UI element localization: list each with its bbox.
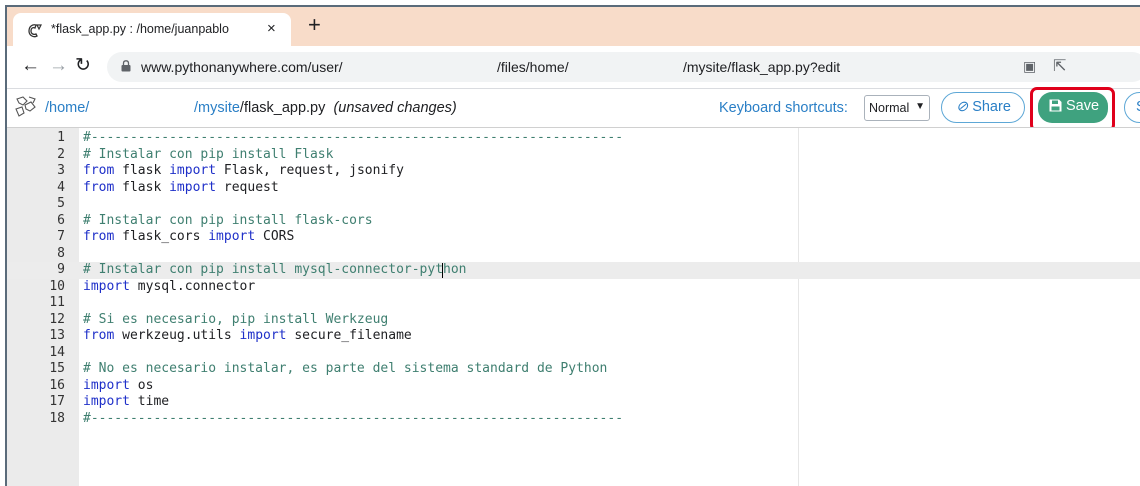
code-text: # No es necesario instalar, es parte del… — [83, 361, 608, 376]
address-bar[interactable]: www.pythonanywhere.com/user/ /files/home… — [107, 52, 1140, 82]
code-text: # Instalar con pip install flask-cors — [83, 212, 373, 228]
code-text: from flask import Flask, request, jsonif… — [83, 163, 404, 178]
tab-close-icon[interactable]: × — [267, 20, 276, 37]
line-number: 6 — [57, 212, 65, 228]
new-tab-icon[interactable]: + — [308, 12, 321, 38]
partial-button-label: S — [1136, 99, 1140, 115]
browser-window: *flask_app.py : /home/juanpablo × + ← → … — [5, 5, 1140, 486]
share-page-icon[interactable]: ⇱ — [1053, 56, 1066, 76]
code-line[interactable]: 17 import time — [7, 394, 1140, 411]
lock-icon — [121, 60, 131, 72]
pythonanywhere-favicon-icon — [28, 24, 42, 38]
code-text: from werkzeug.utils import secure_filena… — [83, 328, 412, 343]
code-line[interactable]: 18 #-------------------------------------… — [7, 411, 1140, 428]
code-line[interactable]: 2 # Instalar con pip install Flask — [7, 147, 1140, 164]
code-line[interactable]: 3 from flask import Flask, request, jsoni… — [7, 163, 1140, 180]
url-segment-files: /files/home/ — [497, 59, 569, 75]
line-number: 15 — [49, 361, 65, 376]
code-line[interactable]: 15 # No es necesario instalar, es parte d… — [7, 361, 1140, 378]
code-text: # Si es necesario, pip install Werkzeug — [83, 311, 389, 327]
tab-strip: *flask_app.py : /home/juanpablo × + — [7, 7, 1140, 46]
code-line[interactable]: 7 from flask_cors import CORS — [7, 229, 1140, 246]
code-text: import time — [83, 394, 170, 409]
line-number: 16 — [49, 377, 65, 393]
line-number: 14 — [49, 344, 65, 360]
code-line[interactable]: 4 from flask import request — [7, 180, 1140, 197]
line-number: 7 — [57, 229, 65, 244]
code-text: from flask_cors import CORS — [83, 229, 295, 244]
path-link-mysite[interactable]: /mysite — [194, 100, 240, 116]
code-line[interactable]: 16 import os — [7, 378, 1140, 395]
forward-arrow-icon[interactable]: → — [49, 55, 68, 77]
line-number: 12 — [49, 311, 65, 327]
code-editor[interactable]: 1 #--------------------------------------… — [7, 127, 1140, 486]
code-line[interactable]: 9 # Instalar con pip install mysql-connec… — [7, 262, 1140, 279]
url-segment-path: /mysite/flask_app.py?edit — [683, 59, 841, 75]
save-button-highlight — [1030, 87, 1115, 132]
code-line[interactable]: 11 — [7, 295, 1140, 312]
line-number: 1 — [57, 130, 65, 145]
line-number: 10 — [49, 278, 65, 294]
back-arrow-icon[interactable]: ← — [21, 55, 40, 77]
text-cursor — [441, 263, 444, 278]
pythonanywhere-logo-icon[interactable] — [13, 95, 41, 119]
reload-icon[interactable]: ↻ — [75, 54, 91, 77]
code-line[interactable]: 10 import mysql.connector — [7, 279, 1140, 296]
code-text: #---------------------------------------… — [83, 130, 624, 145]
tab-title: *flask_app.py : /home/juanpablo — [51, 22, 229, 36]
partial-button[interactable]: S — [1124, 92, 1140, 123]
line-number: 4 — [57, 179, 65, 195]
line-number: 13 — [49, 328, 65, 343]
line-number: 8 — [57, 245, 65, 261]
code-line[interactable]: 5 — [7, 196, 1140, 213]
navigation-bar: ← → ↻ www.pythonanywhere.com/user/ /file… — [7, 46, 1140, 89]
share-label: Share — [972, 99, 1011, 115]
path-link-home[interactable]: /home/ — [45, 100, 89, 116]
browser-tab[interactable]: *flask_app.py : /home/juanpablo × — [13, 13, 291, 46]
url-segment-host: www.pythonanywhere.com/user/ — [141, 59, 343, 75]
line-number: 11 — [49, 295, 65, 310]
line-number: 18 — [49, 410, 65, 426]
code-line[interactable]: 6 # Instalar con pip install flask-cors — [7, 213, 1140, 230]
line-number: 5 — [57, 196, 65, 211]
editor-header: /home/ /mysite/flask_app.py (unsaved cha… — [7, 87, 1140, 132]
keyboard-shortcuts-label: Keyboard shortcuts: — [719, 100, 848, 116]
code-text: # Instalar con pip install Flask — [83, 146, 334, 162]
keyboard-shortcuts-select[interactable]: Normal ▼ — [864, 95, 930, 121]
code-text: import mysql.connector — [83, 278, 256, 294]
paperclip-icon: ⊘ — [956, 99, 969, 115]
line-number: 17 — [49, 394, 65, 409]
chevron-down-icon: ▼ — [915, 101, 925, 112]
translate-icon[interactable]: ▣ — [1023, 58, 1036, 75]
code-line[interactable]: 12 # Si es necesario, pip install Werkzeu… — [7, 312, 1140, 329]
code-line[interactable]: 13 from werkzeug.utils import secure_file… — [7, 328, 1140, 345]
path-filename: /flask_app.py — [239, 100, 326, 116]
unsaved-indicator: (unsaved changes) — [333, 100, 457, 116]
code-text: import os — [83, 377, 154, 393]
line-number: 3 — [57, 163, 65, 178]
line-number: 9 — [57, 262, 65, 277]
share-button[interactable]: ⊘ Share — [941, 92, 1025, 123]
code-text: #---------------------------------------… — [83, 410, 624, 426]
code-text: # Instalar con pip install mysql-connect… — [83, 262, 467, 277]
code-line[interactable]: 1 #--------------------------------------… — [7, 130, 1140, 147]
code-line[interactable]: 14 — [7, 345, 1140, 362]
file-path-rest: /mysite/flask_app.py (unsaved changes) — [194, 100, 457, 116]
code-line[interactable]: 8 — [7, 246, 1140, 263]
line-number: 2 — [57, 146, 65, 162]
keyboard-shortcuts-value: Normal — [869, 101, 910, 115]
file-path: /home/ — [45, 100, 89, 116]
code-text: from flask import request — [83, 179, 279, 195]
